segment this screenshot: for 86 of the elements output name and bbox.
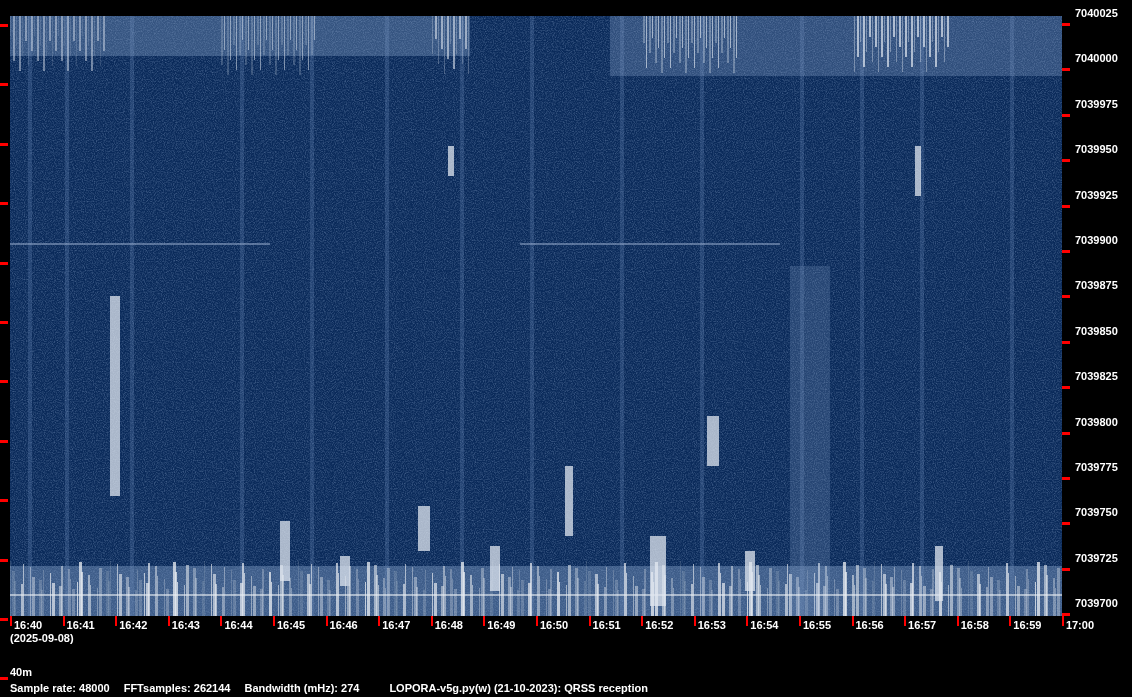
time-label: 16:58: [960, 619, 989, 631]
time-label: 16:41: [66, 619, 95, 631]
axis-tick: [1062, 567, 1070, 571]
band-label: 40m: [10, 666, 33, 679]
axis-tick: [956, 616, 959, 626]
time-label: 16:42: [119, 619, 148, 631]
axis-tick: [0, 558, 8, 562]
frequency-label: 7039975: [1075, 97, 1118, 111]
axis-tick: [1062, 476, 1070, 480]
axis-tick: [1062, 113, 1070, 117]
axis-tick: [115, 616, 118, 626]
time-label: 16:53: [697, 619, 726, 631]
info-text: FFTsamples: 262144: [123, 682, 231, 695]
axis-tick: [0, 380, 8, 384]
axis-tick: [10, 616, 12, 626]
axis-tick: [1062, 68, 1070, 72]
time-label: 16:51: [592, 619, 621, 631]
time-label: 16:56: [855, 619, 884, 631]
axis-tick: [325, 616, 328, 626]
date-label: (2025-09-08): [10, 632, 74, 645]
axis-tick: [904, 616, 907, 626]
axis-tick: [0, 677, 8, 681]
axis-tick: [0, 83, 8, 87]
time-label: 16:47: [382, 619, 411, 631]
frequency-label: 7039925: [1075, 188, 1118, 202]
time-label: 16:49: [487, 619, 516, 631]
axis-tick: [272, 616, 275, 626]
axis-tick: [1062, 431, 1070, 435]
info-text: LOPORA-v5g.py(w) (21-10-2023): QRSS reception: [389, 682, 648, 695]
time-label: 16:45: [276, 619, 306, 631]
axis-tick: [1062, 522, 1070, 526]
axis-tick: [1062, 159, 1070, 163]
time-label: 16:43: [171, 619, 200, 631]
info-text: Sample rate: 48000: [10, 682, 110, 695]
axis-tick: [746, 616, 749, 626]
time-label: 16:48: [434, 619, 463, 631]
time-label: 16:54: [750, 619, 779, 631]
axis-tick: [1062, 340, 1070, 344]
axis-tick: [851, 616, 854, 626]
frequency-label: 7040000: [1075, 52, 1118, 66]
time-label: 16:59: [1013, 619, 1042, 631]
frequency-label: 7039725: [1075, 551, 1118, 565]
time-label: 16:55: [802, 619, 832, 631]
frequency-label: 7039700: [1075, 597, 1118, 611]
frequency-label: 7039800: [1075, 415, 1118, 429]
axis-tick: [483, 616, 486, 626]
axis-tick: [0, 320, 8, 324]
axis-tick: [430, 616, 433, 626]
time-label: 16:50: [539, 619, 569, 631]
time-label: 16:46: [329, 619, 358, 631]
axis-tick: [693, 616, 696, 626]
axis-tick: [1062, 386, 1070, 390]
axis-tick: [1062, 295, 1070, 299]
axis-tick: [378, 616, 381, 626]
frequency-label: 7039825: [1075, 370, 1118, 384]
axis-tick: [641, 616, 644, 626]
axis-tick: [220, 616, 223, 626]
axis-tick: [0, 202, 8, 206]
axis-tick: [0, 261, 8, 265]
axis-tick: [535, 616, 538, 626]
axis-tick: [588, 616, 591, 626]
frequency-label: 7039850: [1075, 324, 1118, 338]
frequency-label: 7039775: [1075, 460, 1118, 474]
frequency-label: 7040025: [1075, 7, 1118, 20]
axis-tick: [0, 142, 8, 146]
axis-tick: [0, 617, 8, 621]
frequency-label: 7039950: [1075, 143, 1118, 157]
axis-tick: [1062, 249, 1070, 253]
time-label: 16:44: [224, 619, 253, 631]
info-text: Bandwidth (mHz): 274: [244, 682, 360, 695]
axis-tick: [62, 616, 65, 626]
axis-tick: [167, 616, 170, 626]
time-label: 17:00: [1065, 619, 1094, 631]
time-label: 16:57: [908, 619, 937, 631]
axis-tick: [798, 616, 801, 626]
axis-tick: [0, 439, 8, 443]
axis-tick: [1062, 204, 1070, 208]
axis-tick: [0, 24, 8, 27]
axis-tick: [1062, 23, 1070, 26]
time-label: 16:52: [645, 619, 674, 631]
axis-tick: [0, 499, 8, 503]
frequency-label: 7039875: [1075, 279, 1118, 293]
frequency-label: 7039750: [1075, 506, 1118, 520]
frequency-label: 7039900: [1075, 233, 1118, 247]
axis-tick: [1009, 616, 1012, 626]
time-label: 16:40: [14, 619, 43, 631]
